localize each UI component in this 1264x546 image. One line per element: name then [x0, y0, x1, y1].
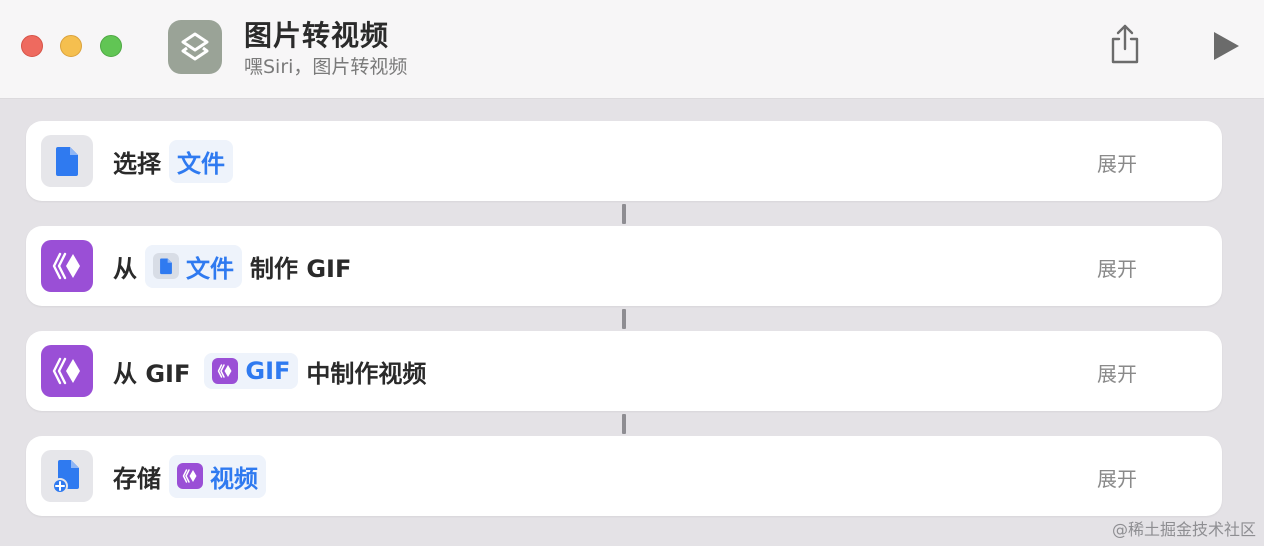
- action-label: 选择: [113, 149, 161, 178]
- gif-maker-icon: [182, 469, 197, 483]
- action-content: 存储 视频: [113, 436, 266, 516]
- action-content: 从 GIF GIF 中制作视频: [113, 331, 426, 411]
- token-label: 文件: [186, 254, 234, 283]
- document-icon: [160, 258, 172, 275]
- zoom-window-button[interactable]: [100, 35, 122, 57]
- window-titlebar: 图片转视频 嘿Siri，图片转视频: [0, 0, 1264, 99]
- token-gif-variable[interactable]: GIF: [204, 353, 299, 389]
- close-window-button[interactable]: [21, 35, 43, 57]
- action-icon-box: [41, 450, 93, 502]
- shortcuts-app-icon: [168, 20, 222, 74]
- action-save-file[interactable]: 存储 视频 展开: [26, 436, 1222, 516]
- watermark: @稀土掘金技术社区: [1111, 520, 1256, 539]
- expand-button[interactable]: 展开: [1097, 358, 1137, 387]
- token-icon-box: [153, 253, 179, 279]
- play-icon: [1214, 32, 1239, 60]
- document-icon: [56, 147, 78, 176]
- action-icon-box: [41, 345, 93, 397]
- token-file-variable[interactable]: 文件: [145, 244, 242, 288]
- action-label: 从: [113, 254, 137, 283]
- run-shortcut-button[interactable]: [1206, 26, 1246, 66]
- action-label: 从 GIF: [113, 359, 191, 388]
- action-connector: [622, 204, 626, 224]
- action-connector: [622, 309, 626, 329]
- token-video-variable[interactable]: 视频: [169, 454, 266, 498]
- action-connector: [622, 414, 626, 434]
- expand-button[interactable]: 展开: [1097, 253, 1137, 282]
- action-select-file[interactable]: 选择 文件 展开: [26, 121, 1222, 201]
- action-label-suffix: 制作 GIF: [250, 254, 352, 283]
- expand-button[interactable]: 展开: [1097, 148, 1137, 177]
- share-button[interactable]: [1106, 22, 1144, 66]
- action-label: 存储: [113, 464, 161, 493]
- gif-maker-icon: [52, 252, 80, 280]
- save-file-icon: [52, 460, 79, 494]
- minimize-window-button[interactable]: [60, 35, 82, 57]
- action-icon-box: [41, 240, 93, 292]
- action-make-gif[interactable]: 从 文件 制作 GIF 展开: [26, 226, 1222, 306]
- action-make-video-from-gif[interactable]: 从 GIF GIF 中制作视频 展开: [26, 331, 1222, 411]
- token-file-variable[interactable]: 文件: [169, 139, 233, 183]
- shortcut-title: 图片转视频: [244, 19, 390, 52]
- token-label: 文件: [177, 149, 225, 178]
- share-icon: [1111, 24, 1139, 64]
- token-icon-box: [177, 463, 203, 489]
- gif-maker-icon: [218, 364, 232, 378]
- action-content: 从 文件 制作 GIF: [113, 226, 351, 306]
- expand-button[interactable]: 展开: [1097, 463, 1137, 492]
- token-label: GIF: [245, 357, 291, 385]
- token-label: 视频: [210, 464, 258, 493]
- action-label-suffix: 中制作视频: [306, 359, 427, 388]
- token-icon-box: [212, 358, 239, 384]
- gif-maker-icon: [52, 357, 80, 385]
- shortcut-subtitle: 嘿Siri，图片转视频: [244, 56, 408, 78]
- action-content: 选择 文件: [113, 121, 233, 201]
- action-icon-box: [41, 135, 93, 187]
